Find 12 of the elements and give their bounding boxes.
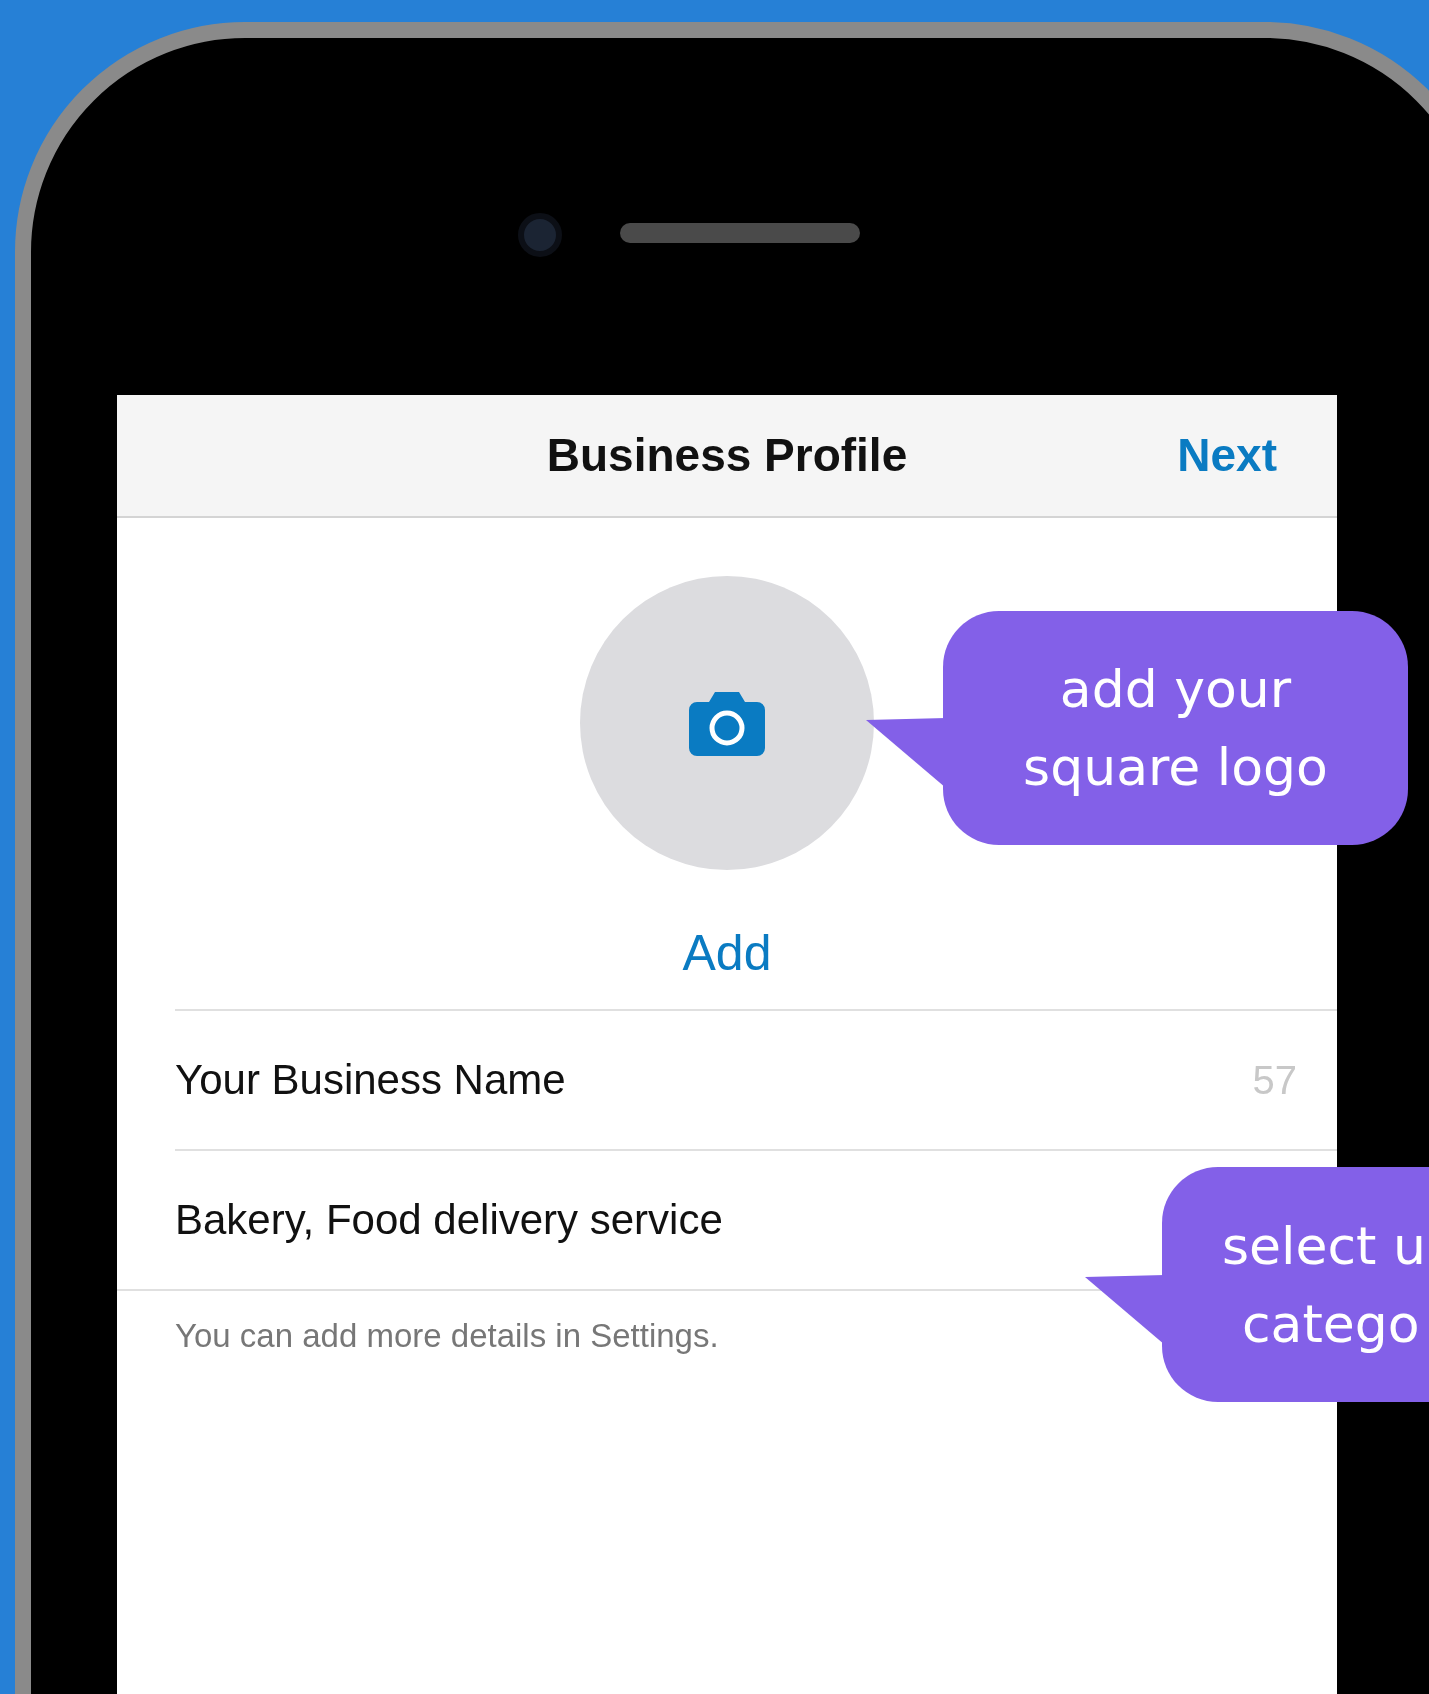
- profile-field[interactable]: Your Business Name: [175, 1048, 566, 1111]
- screen-title: Business Profile: [546, 428, 908, 483]
- profile-field[interactable]: Bakery, Food delivery service: [175, 1188, 723, 1251]
- settings-hint: You can add more details in Settings.: [175, 1315, 719, 1356]
- next-button[interactable]: Next: [1177, 421, 1277, 490]
- callout-text: select u: [1222, 1214, 1426, 1278]
- callout-text: square logo: [1023, 736, 1328, 799]
- front-camera-icon: [518, 213, 562, 257]
- camera-icon: [689, 690, 765, 756]
- add-photo-link[interactable]: Add: [682, 922, 772, 985]
- callout-text: add your: [1059, 658, 1292, 721]
- callout-text: catego: [1241, 1292, 1420, 1356]
